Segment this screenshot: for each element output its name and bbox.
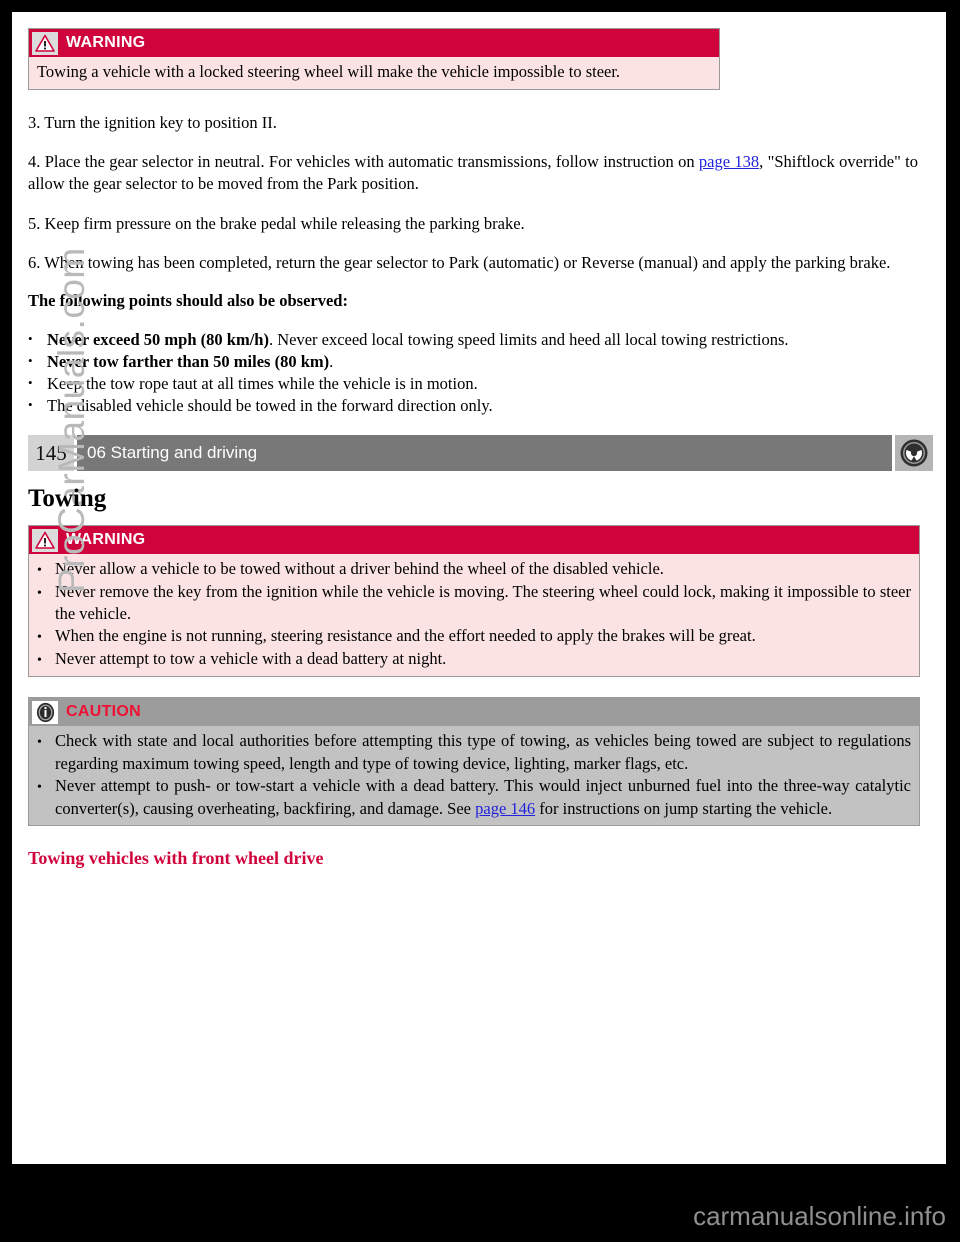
caution-header: CAUTION <box>29 698 919 727</box>
caution-point-1: Check with state and local authorities b… <box>37 730 911 775</box>
subsection-title-fwd-towing: Towing vehicles with front wheel drive <box>28 848 324 869</box>
caution-box-towing: CAUTION Check with state and local autho… <box>28 697 920 827</box>
manual-page-sheet: ProCarManuals.com WARNING Towing a vehic… <box>12 12 946 1164</box>
step-4-text: 4. Place the gear selector in neutral. F… <box>28 151 918 196</box>
observed-point-1-rest: . Never exceed local towing speed limits… <box>268 330 789 350</box>
warning-label: WARNING <box>66 34 146 51</box>
warning-body-top: Towing a vehicle with a locked steering … <box>29 57 719 89</box>
observed-point-3: Keep the tow rope taut at all times whil… <box>28 373 918 395</box>
observed-point-2-bold: Never tow farther than 50 miles (80 km) <box>47 352 330 372</box>
page-title: Towing <box>28 485 107 513</box>
warning-text-top: Towing a vehicle with a locked steering … <box>37 62 621 81</box>
observed-point-2-rest: . <box>329 352 334 372</box>
warning-label: WARNING <box>66 531 146 549</box>
link-page-138[interactable]: page 138 <box>699 152 759 171</box>
step-4-prefix: 4. Place the gear selector in neutral. F… <box>28 152 699 172</box>
warning-box-top: WARNING Towing a vehicle with a locked s… <box>28 28 720 90</box>
footer-site-brand: carmanualsonline.info <box>693 1201 946 1231</box>
link-page-146[interactable]: page 146 <box>475 799 535 818</box>
caution-body: Check with state and local authorities b… <box>29 726 919 826</box>
chapter-header-bar: 145 06 Starting and driving <box>28 435 933 472</box>
volvo-steering-wheel-icon <box>895 435 933 472</box>
caution-point-2-suffix: for instructions on jump starting the ve… <box>535 798 833 818</box>
step-6-text: 6. When towing has been completed, retur… <box>28 253 891 272</box>
caution-points-list: Check with state and local authorities b… <box>37 730 911 819</box>
warning-point-3: When the engine is not running, steering… <box>37 625 911 648</box>
warning-header-towing: WARNING <box>29 526 919 555</box>
warning-triangle-icon <box>32 528 58 552</box>
page-number: 145 <box>28 435 74 472</box>
warning-point-4: Never attempt to tow a vehicle with a de… <box>37 648 911 671</box>
step-3-text: 3. Turn the ignition key to position II. <box>28 112 277 132</box>
warning-point-1: Never allow a vehicle to be towed withou… <box>37 558 911 581</box>
chapter-title: 06 Starting and driving <box>77 435 892 472</box>
warning-point-2: Never remove the key from the ignition w… <box>37 581 911 626</box>
warning-triangle-icon <box>32 31 58 55</box>
warning-header: WARNING <box>29 29 719 57</box>
observed-points-list: Never exceed 50 mph (80 km/h). Never exc… <box>28 329 918 417</box>
warning-body-towing: Never allow a vehicle to be towed withou… <box>29 554 919 677</box>
observed-point-3-rest: Keep the tow rope taut at all times whil… <box>47 374 478 394</box>
observed-point-4: The disabled vehicle should be towed in … <box>28 395 918 417</box>
page-content: ProCarManuals.com WARNING Towing a vehic… <box>12 12 946 1164</box>
warning-box-towing: WARNING Never allow a vehicle to be towe… <box>28 525 920 678</box>
observed-point-1: Never exceed 50 mph (80 km/h). Never exc… <box>28 329 918 351</box>
observed-point-1-bold: Never exceed 50 mph (80 km/h) <box>47 330 269 350</box>
observed-point-2: Never tow farther than 50 miles (80 km). <box>28 351 918 373</box>
warning-points-list: Never allow a vehicle to be towed withou… <box>37 558 911 670</box>
observed-point-4-rest: The disabled vehicle should be towed in … <box>47 396 493 416</box>
step-5-text: 5. Keep firm pressure on the brake pedal… <box>28 213 525 233</box>
caution-label: CAUTION <box>66 703 141 721</box>
observed-heading: The following points should also be obse… <box>28 291 348 311</box>
caution-point-2: Never attempt to push- or tow-start a ve… <box>37 775 911 820</box>
info-circle-icon <box>32 700 58 724</box>
